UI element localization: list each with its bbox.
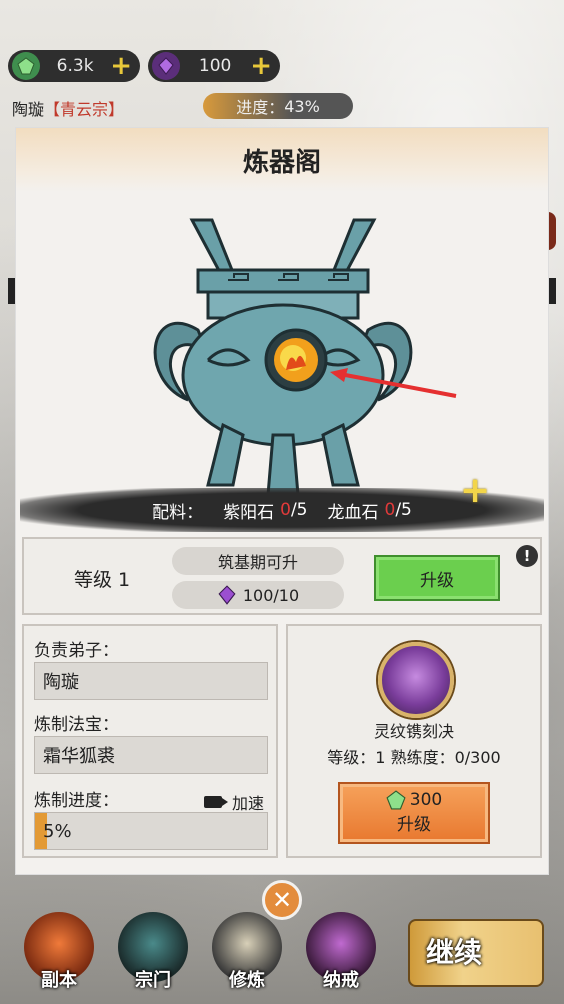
skill-upgrade-cost: 300 <box>409 790 443 810</box>
continue-label: 继续 <box>426 936 483 969</box>
skill-stats: 等级：1 熟练度：0/300 <box>327 748 501 767</box>
upgrade-requirement: 筑基期可升 <box>172 547 344 575</box>
purple-gem-icon <box>218 585 236 605</box>
video-camera-icon <box>204 796 228 808</box>
player-sect: 【青云宗】 <box>44 100 125 119</box>
add-jade-icon[interactable]: + <box>110 53 132 79</box>
jade-icon <box>12 52 40 80</box>
craft-progress-text: 5% <box>43 820 72 842</box>
player-name-line: 陶璇【青云宗】 <box>12 96 124 120</box>
continue-button[interactable]: 继续 <box>408 895 548 993</box>
nav-dungeon[interactable]: 副本 <box>20 912 98 998</box>
nav-dungeon-label: 副本 <box>41 970 77 991</box>
craft-progress-label: 炼制进度： <box>34 791 119 811</box>
disciple-label: 负责弟子： <box>34 641 119 661</box>
annotation-arrow-icon <box>330 368 457 398</box>
info-icon[interactable]: ! <box>516 545 538 567</box>
level-label: 等级 1 <box>74 569 131 591</box>
level-upgrade-button[interactable]: 升级 <box>374 555 500 601</box>
nav-sect[interactable]: 宗门 <box>114 912 192 998</box>
skill-portrait-icon[interactable] <box>378 642 454 718</box>
item-label: 炼制法宝： <box>34 715 119 735</box>
nav-cultivate-label: 修炼 <box>229 970 265 991</box>
gem-value: 100 <box>198 56 232 76</box>
skill-name: 灵纹镌刻决 <box>373 722 454 741</box>
jade-resource: 6.3k + <box>8 50 140 82</box>
disciple-field[interactable]: 陶璇 <box>34 662 268 700</box>
level-section: 等级 1 筑基期可升 100/10 升级 ! <box>22 537 542 615</box>
materials-label: 配料： <box>152 502 204 523</box>
player-name: 陶璇 <box>12 100 45 119</box>
skill-upgrade-button[interactable]: 300 升级 <box>338 782 490 844</box>
material-1-name: 紫阳石 <box>223 502 275 523</box>
stage-progress: 进度： 43% <box>203 93 353 119</box>
material-2-name: 龙血石 <box>327 502 379 523</box>
cauldron-image <box>128 210 438 510</box>
purple-gem-icon <box>152 52 180 80</box>
skill-upgrade-label: 升级 <box>397 815 431 835</box>
craft-progress-bar: 5% <box>34 812 268 850</box>
stage-progress-value: 43% <box>284 96 320 116</box>
craft-section: 负责弟子： 陶璇 炼制法宝： 霜华狐裘 炼制进度： 加速 5% <box>22 624 278 858</box>
background-button-right <box>548 212 556 250</box>
panel-title: 炼器阁 <box>16 128 548 192</box>
speed-up-label: 加速 <box>232 794 265 813</box>
material-1-have: 0 <box>280 500 291 520</box>
add-gem-icon[interactable]: + <box>250 53 272 79</box>
item-field[interactable]: 霜华狐裘 <box>34 736 268 774</box>
background-bar-left <box>8 278 16 304</box>
speed-up-button[interactable]: 加速 <box>204 790 264 814</box>
upgrade-cost: 100/10 <box>172 581 344 609</box>
nav-cultivate[interactable]: 修炼 <box>208 912 286 998</box>
skill-section: 灵纹镌刻决 等级：1 熟练度：0/300 300 升级 <box>286 624 542 858</box>
upgrade-cost-value: 100/10 <box>242 585 300 605</box>
nav-ring-label: 纳戒 <box>323 970 359 991</box>
material-2-have: 0 <box>384 500 396 520</box>
nav-sect-label: 宗门 <box>135 970 171 991</box>
stage-progress-label: 进度： <box>236 98 285 117</box>
material-1-need: /5 <box>290 500 308 520</box>
gem-resource: 100 + <box>148 50 280 82</box>
add-material-icon[interactable]: + <box>460 473 490 509</box>
jade-icon <box>386 790 406 810</box>
material-2-need: /5 <box>395 500 412 520</box>
jade-value: 6.3k <box>56 56 94 76</box>
background-bar-right <box>548 278 556 304</box>
nav-ring[interactable]: 纳戒 <box>302 912 380 998</box>
